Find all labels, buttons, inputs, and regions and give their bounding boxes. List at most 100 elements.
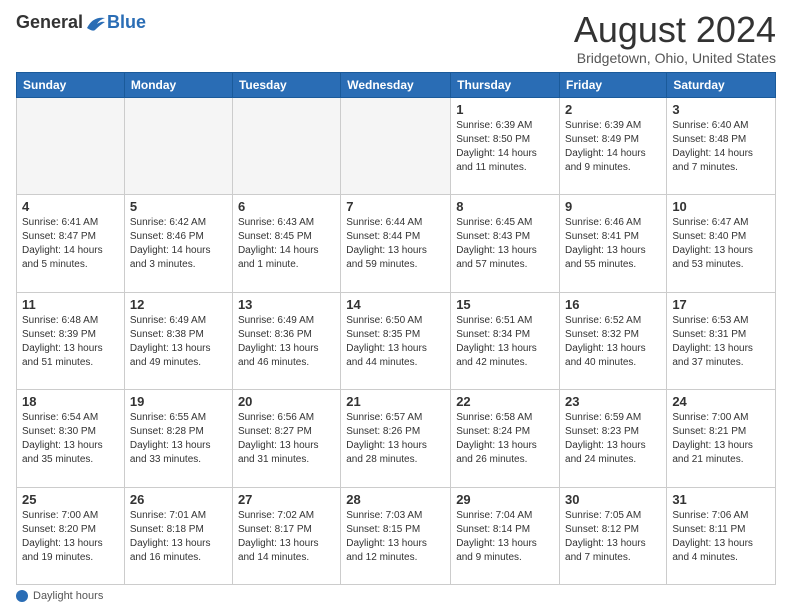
calendar-cell: 17Sunrise: 6:53 AM Sunset: 8:31 PM Dayli…: [667, 292, 776, 389]
calendar-cell: 24 Sunrise: 7:00 AM Sunset: 8:21 PM Dayli…: [667, 390, 776, 487]
calendar-cell: 28Sunrise: 7:03 AM Sunset: 8:15 PM Dayli…: [341, 487, 451, 584]
calendar-cell: 9 Sunrise: 6:46 AM Sunset: 8:41 PM Daylig…: [560, 195, 667, 292]
calendar-cell: 25Sunrise: 7:00 AM Sunset: 8:20 PM Dayli…: [17, 487, 125, 584]
col-sunday: Sunday: [17, 73, 125, 98]
calendar-cell: 10Sunrise: 6:47 AM Sunset: 8:40 PM Dayli…: [667, 195, 776, 292]
calendar-cell: 8 Sunrise: 6:45 AM Sunset: 8:43 PM Daylig…: [451, 195, 560, 292]
day-number: 31: [672, 492, 770, 507]
calendar-cell: 30Sunrise: 7:05 AM Sunset: 8:12 PM Dayli…: [560, 487, 667, 584]
logo-general: General: [16, 12, 83, 33]
col-wednesday: Wednesday: [341, 73, 451, 98]
day-info: Sunrise: 6:58 AM Sunset: 8:24 PM Dayligh…: [456, 411, 554, 467]
logo-bird-icon: [85, 14, 107, 32]
calendar-week-0: 1 Sunrise: 6:39 AM Sunset: 8:50 PM Daylig…: [17, 98, 776, 195]
title-section: August 2024 Bridgetown, Ohio, United Sta…: [574, 12, 776, 66]
day-info: Sunrise: 7:01 AM Sunset: 8:18 PM Dayligh…: [130, 509, 227, 565]
calendar-table: Sunday Monday Tuesday Wednesday Thursday…: [16, 72, 776, 585]
day-number: 23: [565, 394, 661, 409]
month-title: August 2024: [574, 12, 776, 48]
calendar-cell: [232, 98, 340, 195]
day-info: Sunrise: 6:39 AM Sunset: 8:50 PM Dayligh…: [456, 119, 554, 175]
calendar-cell: 11Sunrise: 6:48 AM Sunset: 8:39 PM Dayli…: [17, 292, 125, 389]
day-number: 29: [456, 492, 554, 507]
day-number: 14: [346, 297, 445, 312]
day-number: 15: [456, 297, 554, 312]
calendar-cell: [124, 98, 232, 195]
day-number: 24: [672, 394, 770, 409]
day-number: 2: [565, 102, 661, 117]
calendar-cell: 1 Sunrise: 6:39 AM Sunset: 8:50 PM Daylig…: [451, 98, 560, 195]
day-info: Sunrise: 6:55 AM Sunset: 8:28 PM Dayligh…: [130, 411, 227, 467]
calendar-week-4: 25Sunrise: 7:00 AM Sunset: 8:20 PM Dayli…: [17, 487, 776, 584]
calendar-cell: 3Sunrise: 6:40 AM Sunset: 8:48 PM Daylig…: [667, 98, 776, 195]
calendar-cell: 21Sunrise: 6:57 AM Sunset: 8:26 PM Dayli…: [341, 390, 451, 487]
day-number: 9: [565, 199, 661, 214]
day-number: 27: [238, 492, 335, 507]
day-info: Sunrise: 6:46 AM Sunset: 8:41 PM Dayligh…: [565, 216, 661, 272]
daylight-dot: [16, 590, 28, 602]
day-info: Sunrise: 6:50 AM Sunset: 8:35 PM Dayligh…: [346, 314, 445, 370]
day-info: Sunrise: 6:51 AM Sunset: 8:34 PM Dayligh…: [456, 314, 554, 370]
day-number: 18: [22, 394, 119, 409]
calendar-week-2: 11Sunrise: 6:48 AM Sunset: 8:39 PM Dayli…: [17, 292, 776, 389]
calendar-cell: 23Sunrise: 6:59 AM Sunset: 8:23 PM Dayli…: [560, 390, 667, 487]
page: General Blue August 2024 Bridgetown, Ohi…: [0, 0, 792, 612]
calendar-cell: 20 Sunrise: 6:56 AM Sunset: 8:27 PM Dayli…: [232, 390, 340, 487]
day-number: 26: [130, 492, 227, 507]
header-row: Sunday Monday Tuesday Wednesday Thursday…: [17, 73, 776, 98]
col-monday: Monday: [124, 73, 232, 98]
day-number: 22: [456, 394, 554, 409]
col-saturday: Saturday: [667, 73, 776, 98]
col-thursday: Thursday: [451, 73, 560, 98]
calendar-cell: 16Sunrise: 6:52 AM Sunset: 8:32 PM Dayli…: [560, 292, 667, 389]
calendar-cell: 29Sunrise: 7:04 AM Sunset: 8:14 PM Dayli…: [451, 487, 560, 584]
day-number: 19: [130, 394, 227, 409]
day-number: 20: [238, 394, 335, 409]
day-number: 7: [346, 199, 445, 214]
day-number: 10: [672, 199, 770, 214]
day-info: Sunrise: 7:00 AM Sunset: 8:21 PM Dayligh…: [672, 411, 770, 467]
day-info: Sunrise: 7:06 AM Sunset: 8:11 PM Dayligh…: [672, 509, 770, 565]
logo: General Blue: [16, 12, 146, 33]
calendar-cell: 26 Sunrise: 7:01 AM Sunset: 8:18 PM Dayli…: [124, 487, 232, 584]
day-number: 13: [238, 297, 335, 312]
footer-label: Daylight hours: [33, 590, 103, 602]
day-info: Sunrise: 6:57 AM Sunset: 8:26 PM Dayligh…: [346, 411, 445, 467]
calendar-cell: 7 Sunrise: 6:44 AM Sunset: 8:44 PM Daylig…: [341, 195, 451, 292]
day-info: Sunrise: 7:00 AM Sunset: 8:20 PM Dayligh…: [22, 509, 119, 565]
day-number: 4: [22, 199, 119, 214]
day-info: Sunrise: 6:56 AM Sunset: 8:27 PM Dayligh…: [238, 411, 335, 467]
day-number: 3: [672, 102, 770, 117]
day-info: Sunrise: 7:02 AM Sunset: 8:17 PM Dayligh…: [238, 509, 335, 565]
col-tuesday: Tuesday: [232, 73, 340, 98]
calendar-week-1: 4Sunrise: 6:41 AM Sunset: 8:47 PM Daylig…: [17, 195, 776, 292]
day-info: Sunrise: 6:39 AM Sunset: 8:49 PM Dayligh…: [565, 119, 661, 175]
footer: Daylight hours: [16, 590, 776, 602]
day-info: Sunrise: 6:52 AM Sunset: 8:32 PM Dayligh…: [565, 314, 661, 370]
logo-text: General Blue: [16, 12, 146, 33]
calendar-cell: 6 Sunrise: 6:43 AM Sunset: 8:45 PM Daylig…: [232, 195, 340, 292]
day-info: Sunrise: 6:44 AM Sunset: 8:44 PM Dayligh…: [346, 216, 445, 272]
day-number: 8: [456, 199, 554, 214]
day-info: Sunrise: 6:43 AM Sunset: 8:45 PM Dayligh…: [238, 216, 335, 272]
day-number: 1: [456, 102, 554, 117]
calendar-cell: 5Sunrise: 6:42 AM Sunset: 8:46 PM Daylig…: [124, 195, 232, 292]
calendar-cell: [341, 98, 451, 195]
calendar-cell: [17, 98, 125, 195]
calendar-cell: 18 Sunrise: 6:54 AM Sunset: 8:30 PM Dayli…: [17, 390, 125, 487]
day-info: Sunrise: 7:05 AM Sunset: 8:12 PM Dayligh…: [565, 509, 661, 565]
calendar-week-3: 18 Sunrise: 6:54 AM Sunset: 8:30 PM Dayli…: [17, 390, 776, 487]
top-section: General Blue August 2024 Bridgetown, Ohi…: [16, 12, 776, 66]
calendar-cell: 12 Sunrise: 6:49 AM Sunset: 8:38 PM Dayli…: [124, 292, 232, 389]
day-number: 6: [238, 199, 335, 214]
day-info: Sunrise: 6:49 AM Sunset: 8:38 PM Dayligh…: [130, 314, 227, 370]
day-info: Sunrise: 6:42 AM Sunset: 8:46 PM Dayligh…: [130, 216, 227, 272]
day-info: Sunrise: 6:45 AM Sunset: 8:43 PM Dayligh…: [456, 216, 554, 272]
day-info: Sunrise: 6:54 AM Sunset: 8:30 PM Dayligh…: [22, 411, 119, 467]
day-number: 12: [130, 297, 227, 312]
calendar-cell: 27 Sunrise: 7:02 AM Sunset: 8:17 PM Dayli…: [232, 487, 340, 584]
day-info: Sunrise: 6:48 AM Sunset: 8:39 PM Dayligh…: [22, 314, 119, 370]
day-number: 17: [672, 297, 770, 312]
day-info: Sunrise: 6:49 AM Sunset: 8:36 PM Dayligh…: [238, 314, 335, 370]
calendar-cell: 22 Sunrise: 6:58 AM Sunset: 8:24 PM Dayli…: [451, 390, 560, 487]
